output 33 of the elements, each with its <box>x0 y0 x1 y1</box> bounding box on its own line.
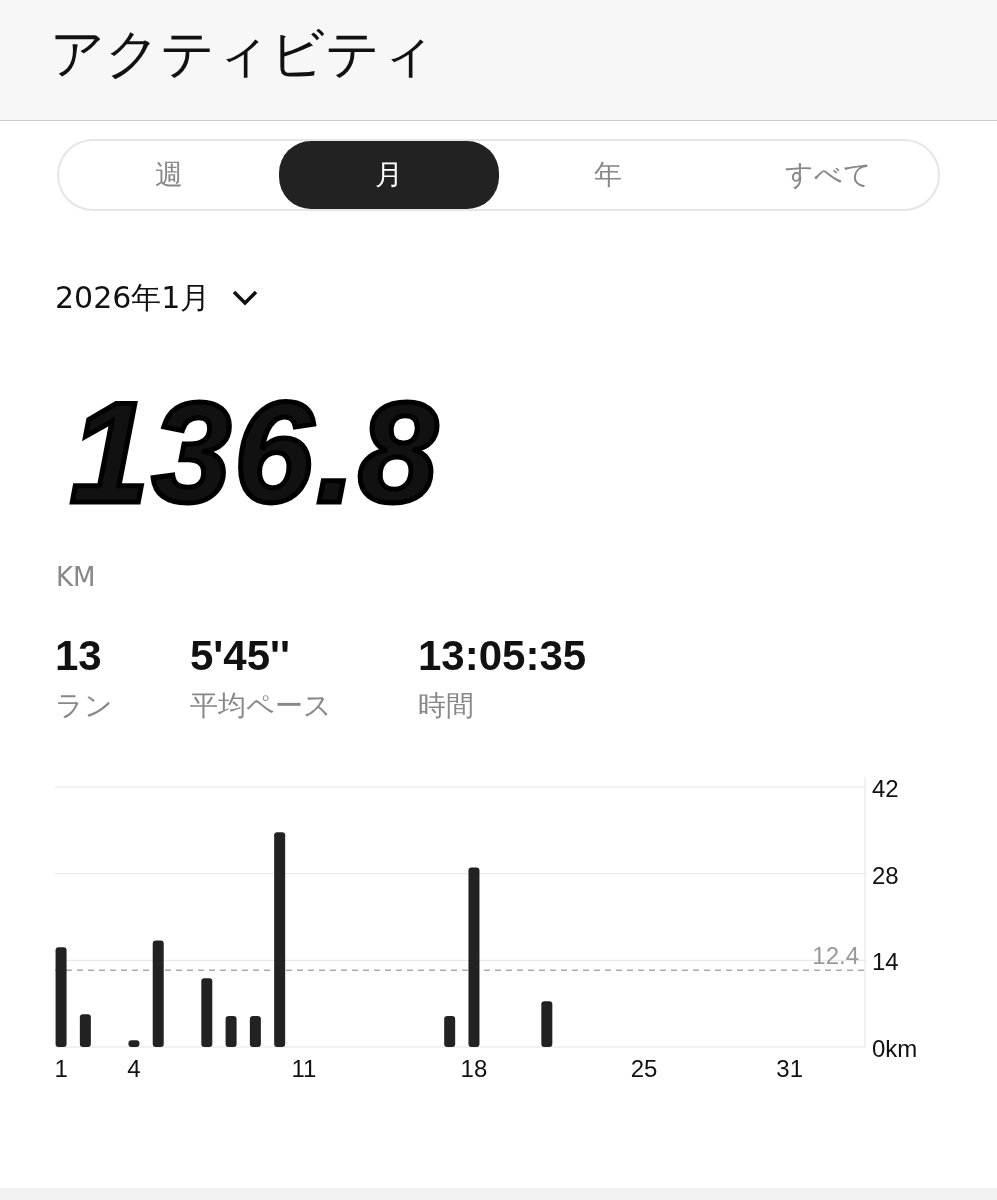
period-tab[interactable]: 月 <box>278 141 499 209</box>
distance-bar <box>225 1016 237 1048</box>
average-label: 12.4 <box>812 942 859 970</box>
distance-bar <box>79 1014 91 1048</box>
y-axis-label: 14 <box>872 948 899 976</box>
period-tab[interactable]: 週 <box>59 141 279 209</box>
y-axis-label: 0km <box>872 1035 918 1063</box>
distance-unit: KM <box>56 561 97 594</box>
stat-value: 5'45'' <box>190 633 292 680</box>
distance-bar <box>444 1016 456 1048</box>
stat-label: 平均ペース <box>190 688 333 725</box>
x-axis-label: 25 <box>630 1055 658 1083</box>
x-axis-label: 18 <box>460 1055 488 1083</box>
x-axis-label: 1 <box>54 1055 68 1083</box>
period-label: 2026年1月 <box>55 279 211 317</box>
chevron-down-icon[interactable] <box>232 289 259 306</box>
distance-bar <box>201 978 213 1048</box>
distance-bar <box>128 1040 140 1048</box>
distance-bar <box>541 1001 553 1048</box>
stat-label: 時間 <box>418 688 475 725</box>
stat-value: 13 <box>55 633 103 680</box>
period-tab[interactable]: 年 <box>498 141 719 209</box>
period-tab[interactable]: すべて <box>718 141 938 209</box>
stat-value: 13:05:35 <box>418 633 588 680</box>
x-axis-label: 31 <box>776 1055 804 1083</box>
page-title: アクティビティ <box>50 22 436 87</box>
total-distance: 136.8 <box>70 382 442 524</box>
y-axis-label: 28 <box>872 861 899 889</box>
stat-label: ラン <box>55 688 114 725</box>
x-axis-label: 11 <box>291 1055 317 1083</box>
x-axis-label: 4 <box>127 1055 141 1083</box>
distance-bar <box>249 1016 261 1048</box>
y-axis-label: 42 <box>872 775 899 803</box>
